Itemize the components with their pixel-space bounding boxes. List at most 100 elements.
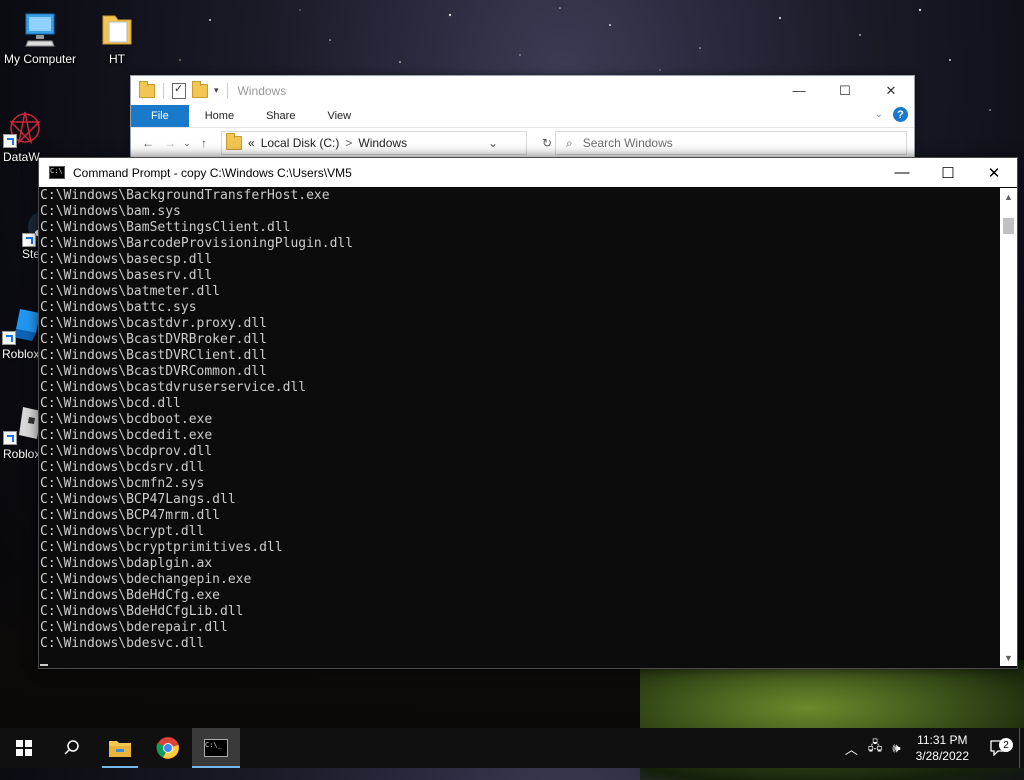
notification-count-badge: 2	[999, 738, 1013, 752]
minimize-button[interactable]: —	[879, 158, 925, 187]
console-line: C:\Windows\BcastDVRClient.dll	[40, 348, 267, 363]
desktop-icon-roblox[interactable]: Roblox	[0, 305, 42, 361]
taskbar: C:\_ ︿ 🖧 🕪 11:31 PM 3/28/2022 2	[0, 728, 1024, 768]
clock[interactable]: 11:31 PM 3/28/2022	[906, 732, 979, 764]
maximize-button[interactable]: ☐	[822, 76, 868, 105]
console-line: C:\Windows\BdeHdCfg.exe	[40, 588, 221, 603]
breadcrumb-windows[interactable]: Windows	[358, 136, 407, 150]
folder-icon	[139, 80, 155, 98]
forward-arrow-icon[interactable]: →	[159, 136, 181, 150]
shortcut-arrow-icon	[2, 331, 16, 345]
breadcrumb-local-disk[interactable]: Local Disk (C:)	[261, 136, 340, 150]
search-placeholder: Search Windows	[582, 136, 673, 150]
console-line: C:\Windows\bcdsrv.dll	[40, 460, 205, 475]
desktop-icon-label: Roblox	[3, 447, 41, 461]
console-line: C:\Windows\battc.sys	[40, 300, 197, 315]
recent-locations-chevron-icon[interactable]: ⌄	[181, 138, 193, 149]
roblox-studio-icon	[3, 405, 43, 445]
console-line: C:\Windows\BackgroundTransferHost.exe	[40, 188, 330, 203]
console-line: C:\Windows\bcdboot.exe	[40, 412, 213, 427]
help-button[interactable]: ?	[893, 107, 908, 122]
desktop-icon-my-computer[interactable]: My Computer	[0, 10, 80, 66]
console-line: C:\Windows\bcryptprimitives.dll	[40, 540, 283, 555]
cmd-title-bar[interactable]: C:\ Command Prompt - copy C:\Windows C:\…	[39, 158, 1017, 187]
show-desktop-button[interactable]	[1019, 728, 1024, 768]
console-line: C:\Windows\bcmfn2.sys	[40, 476, 205, 491]
console-output[interactable]: C:\Windows\BackgroundTransferHost.exe C:\…	[39, 188, 1000, 666]
network-icon[interactable]: 🖧	[863, 737, 888, 759]
show-hidden-icons-chevron-icon[interactable]: ︿	[840, 739, 863, 758]
file-explorer-window[interactable]: ▾ Windows — ☐ ✕ File Home Share View ⌄ ?…	[130, 75, 915, 167]
console-line: C:\Windows\bam.sys	[40, 204, 181, 219]
desktop-icon-ht[interactable]: HT	[77, 10, 157, 66]
search-icon	[64, 740, 79, 755]
start-button[interactable]	[0, 728, 48, 768]
search-icon: ⌕	[566, 135, 573, 150]
tab-file[interactable]: File	[131, 105, 189, 127]
console-line: C:\Windows\batmeter.dll	[40, 284, 221, 299]
tab-view[interactable]: View	[311, 105, 367, 127]
console-line: C:\Windows\BCP47Langs.dll	[40, 492, 236, 507]
vertical-scrollbar[interactable]: ▲ ▼	[1000, 188, 1017, 666]
taskbar-chrome[interactable]	[144, 728, 192, 768]
tab-home[interactable]: Home	[189, 105, 250, 127]
new-folder-icon[interactable]	[192, 80, 208, 98]
scrollbar-thumb[interactable]	[1003, 218, 1014, 234]
breadcrumb-overflow[interactable]: «	[248, 136, 255, 150]
chrome-icon	[156, 737, 179, 759]
explorer-title-bar[interactable]: ▾ Windows — ☐ ✕	[131, 76, 914, 105]
maximize-button[interactable]: ☐	[925, 158, 971, 187]
properties-icon[interactable]	[172, 82, 186, 99]
folder-icon	[226, 133, 242, 150]
expand-ribbon-chevron-icon[interactable]: ⌄	[875, 109, 883, 120]
minimize-button[interactable]: —	[776, 76, 822, 105]
console-line: C:\Windows\bderepair.dll	[40, 620, 228, 635]
taskbar-file-explorer[interactable]	[96, 728, 144, 768]
close-button[interactable]: ✕	[868, 76, 914, 105]
console-line: C:\Windows\bcastdvr.proxy.dll	[40, 316, 267, 331]
refresh-icon[interactable]: ↻	[542, 136, 552, 150]
clock-time: 11:31 PM	[917, 733, 968, 747]
desktop-icon-label: Roblox	[2, 347, 40, 361]
console-line: C:\Windows\bcastdvruserservice.dll	[40, 380, 307, 395]
command-prompt-window[interactable]: C:\ Command Prompt - copy C:\Windows C:\…	[38, 157, 1018, 669]
desktop-icon-dataw[interactable]: DataW	[0, 108, 43, 164]
file-explorer-icon	[109, 741, 131, 757]
folder-icon	[97, 10, 137, 50]
action-center-button[interactable]: 2	[979, 738, 1019, 756]
desktop-icon-roblox-studio[interactable]: Roblox	[0, 405, 43, 461]
console-line: C:\Windows\bcdedit.exe	[40, 428, 213, 443]
address-dropdown-chevron-icon[interactable]: ⌄	[488, 136, 498, 150]
volume-icon[interactable]: 🕪	[887, 740, 905, 756]
console-line: C:\Windows\BdeHdCfgLib.dll	[40, 604, 244, 619]
scroll-down-arrow-icon[interactable]: ▼	[1000, 649, 1017, 666]
computer-icon	[20, 10, 60, 50]
customize-toolbar-chevron-icon[interactable]: ▾	[214, 85, 219, 96]
taskbar-command-prompt[interactable]: C:\_	[192, 728, 240, 768]
desktop-icon-label: My Computer	[3, 52, 77, 66]
address-bar[interactable]: « Local Disk (C:) > Windows ⌄ ↻	[221, 131, 552, 155]
scroll-up-arrow-icon[interactable]: ▲	[1000, 188, 1017, 205]
console-line: C:\Windows\bdesvc.dll	[40, 636, 205, 651]
console-line: C:\Windows\BarcodeProvisioningPlugin.dll	[40, 236, 354, 251]
console-line: C:\Windows\BcastDVRCommon.dll	[40, 364, 267, 379]
close-button[interactable]: ✕	[971, 158, 1017, 187]
roblox-icon	[2, 305, 42, 345]
back-arrow-icon[interactable]: ←	[137, 136, 159, 150]
system-tray: ︿ 🖧 🕪 11:31 PM 3/28/2022 2	[840, 728, 1024, 768]
app-icon	[3, 108, 43, 148]
tab-share[interactable]: Share	[250, 105, 311, 127]
search-input[interactable]: ⌕ Search Windows	[555, 131, 907, 155]
cmd-window-title: Command Prompt - copy C:\Windows C:\User…	[73, 165, 352, 180]
shortcut-arrow-icon	[3, 134, 17, 148]
search-button[interactable]	[48, 728, 96, 768]
up-arrow-icon[interactable]: ↑	[193, 136, 215, 150]
explorer-window-title: Windows	[237, 83, 287, 98]
console-line: C:\Windows\bdechangepin.exe	[40, 572, 252, 587]
shortcut-arrow-icon	[3, 431, 17, 445]
console-line: C:\Windows\bcdprov.dll	[40, 444, 213, 459]
windows-logo-icon	[16, 740, 32, 756]
divider	[226, 82, 228, 99]
desktop-icon-label: DataW	[3, 150, 40, 164]
shortcut-arrow-icon	[22, 233, 36, 247]
